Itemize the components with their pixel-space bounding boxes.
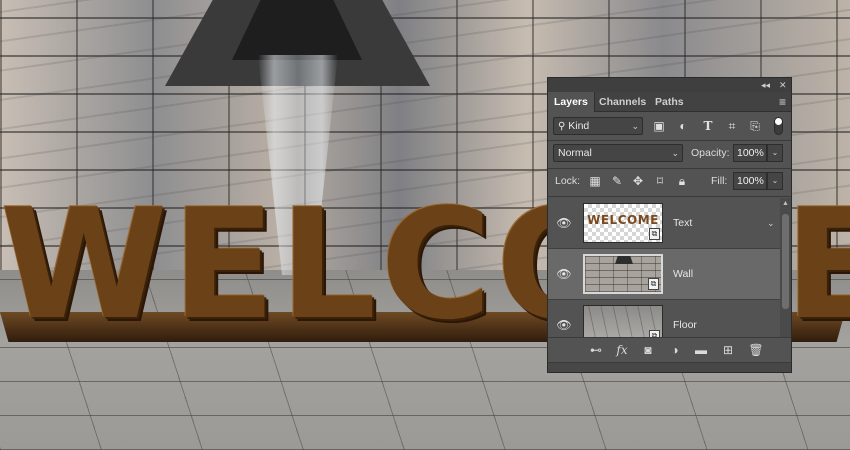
visibility-eye-icon[interactable]: 👁︎ (556, 266, 572, 282)
blend-mode-value: Normal (558, 147, 592, 159)
layer-name[interactable]: Wall (673, 266, 693, 282)
add-mask-icon[interactable]: ◙ (640, 342, 656, 358)
fill-label: Fill: (711, 175, 728, 187)
collapse-panel-icon[interactable]: ◂◂ (761, 79, 770, 91)
scrollbar-thumb[interactable] (782, 214, 789, 309)
adjustment-filter-icon[interactable]: ◐ (675, 118, 691, 134)
add-layer-style-icon[interactable]: fx (614, 342, 630, 358)
scroll-up-icon[interactable]: ▲ (780, 198, 791, 210)
lock-transparency-icon[interactable]: ▦ (587, 173, 603, 189)
layer-name[interactable]: Text (673, 215, 692, 231)
filter-kind-label: Kind (568, 120, 590, 132)
layer-thumbnail: WELCOME ⧉ (583, 203, 663, 243)
layers-scrollbar[interactable]: ▲ ▼ (780, 198, 791, 351)
smart-object-filter-icon[interactable]: ⎘ (747, 118, 763, 134)
lock-all-icon[interactable]: 🔒︎ (674, 173, 690, 189)
layers-list: 👁︎ WELCOME ⧉ Text ⌄ 👁︎ ⧉ Wall 👁︎ ⧉ Floor (548, 198, 791, 351)
blend-mode-dropdown[interactable]: Normal ⌄ (553, 144, 683, 162)
layer-name[interactable]: Floor (673, 317, 697, 333)
smart-object-badge-icon: ⧉ (649, 228, 660, 240)
visibility-eye-icon[interactable]: 👁︎ (556, 317, 572, 333)
filter-row: ⚲ Kind ⌄ ▣ ◐ T ⌗ ⎘ (548, 114, 791, 138)
opacity-slider-icon[interactable]: ⌄ (767, 144, 783, 162)
shape-filter-icon[interactable]: ⌗ (724, 118, 740, 134)
tab-layers[interactable]: Layers (548, 92, 595, 112)
type-filter-icon[interactable]: T (700, 118, 716, 134)
lock-label: Lock: (555, 175, 581, 187)
close-panel-icon[interactable]: ✕ (779, 79, 787, 91)
visibility-eye-icon[interactable]: 👁︎ (556, 215, 572, 231)
opacity-label: Opacity: (691, 147, 730, 159)
tab-paths[interactable]: Paths (649, 92, 690, 112)
link-layers-icon[interactable]: ⊷ (588, 342, 604, 358)
tab-channels[interactable]: Channels (593, 92, 652, 112)
blend-row: Normal ⌄ Opacity: 100% ⌄ (548, 142, 791, 166)
chevron-down-icon: ⌄ (671, 148, 679, 158)
image-filter-icon[interactable]: ▣ (651, 118, 667, 134)
new-adjustment-layer-icon[interactable]: ◑ (667, 342, 683, 358)
fill-slider-icon[interactable]: ⌄ (767, 172, 783, 190)
layers-bottom-toolbar: ⊷ fx ◙ ◑ ▬ ⊞ 🗑︎ (548, 337, 791, 362)
divider (548, 196, 791, 197)
filter-toggle-icon[interactable] (774, 117, 783, 135)
layer-row-text[interactable]: 👁︎ WELCOME ⧉ Text ⌄ (548, 198, 780, 249)
delete-layer-icon[interactable]: 🗑︎ (748, 342, 764, 358)
new-group-folder-icon[interactable]: ▬ (693, 342, 709, 358)
layers-panel: ◂◂ ✕ Layers Channels Paths ≡ ⚲ Kind ⌄ ▣ … (547, 77, 792, 373)
lock-row: Lock: ▦ ✎ ✥ ⌑ 🔒︎ Fill: 100% ⌄ (548, 170, 791, 194)
hood-thumbnail-image (615, 256, 633, 264)
panel-tabs: Layers Channels Paths ≡ (548, 92, 791, 112)
lock-position-icon[interactable]: ✥ (630, 173, 646, 189)
expand-effects-icon[interactable]: ⌄ (767, 215, 775, 231)
panel-titlebar[interactable]: ◂◂ ✕ (548, 78, 791, 92)
new-layer-icon[interactable]: ⊞ (720, 342, 736, 358)
layer-row-wall[interactable]: 👁︎ ⧉ Wall (548, 249, 780, 300)
layer-thumbnail: ⧉ (583, 254, 663, 294)
divider (548, 140, 791, 141)
filter-kind-dropdown[interactable]: ⚲ Kind ⌄ (553, 117, 643, 135)
chevron-down-icon: ⌄ (631, 121, 639, 131)
opacity-input[interactable]: 100% (733, 144, 767, 162)
divider (548, 168, 791, 169)
lock-artboard-icon[interactable]: ⌑ (652, 173, 668, 189)
search-icon: ⚲ (558, 121, 566, 132)
panel-resize-grip[interactable] (548, 362, 791, 372)
fill-input[interactable]: 100% (733, 172, 767, 190)
thumbnail-text: WELCOME (587, 213, 659, 227)
panel-menu-icon[interactable]: ≡ (779, 95, 786, 109)
lock-image-brush-icon[interactable]: ✎ (609, 173, 625, 189)
smart-object-badge-icon: ⧉ (648, 278, 659, 290)
